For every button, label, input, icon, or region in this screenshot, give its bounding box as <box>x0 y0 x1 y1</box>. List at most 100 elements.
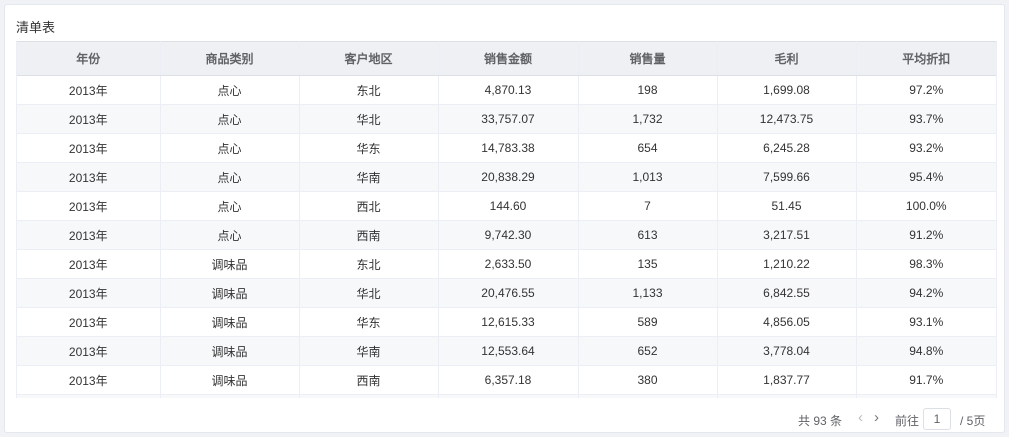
cell-avg-discount: 94.8% <box>856 336 996 366</box>
cell-avg-discount: 93.7% <box>856 104 996 134</box>
cell-category: 调味品 <box>160 336 300 366</box>
cell-sales-amount: 20,476.55 <box>438 278 579 308</box>
table-row[interactable]: 2013年 调味品 西南 6,357.18 380 1,837.77 91.7% <box>17 365 996 395</box>
cell-avg-discount: 91.7% <box>856 365 996 395</box>
cell-avg-discount: 98.3% <box>856 249 996 279</box>
cell-year: 2013年 <box>17 307 161 337</box>
chevron-left-icon[interactable]: ‹ <box>858 409 863 426</box>
column-header-quantity[interactable]: 销售量 <box>578 41 718 76</box>
cell-category: 调味品 <box>160 278 300 308</box>
chevron-right-icon[interactable]: › <box>874 409 879 426</box>
cell-quantity: 652 <box>578 336 718 366</box>
table-row[interactable]: 2013年 点心 西南 9,742.30 613 3,217.51 91.2% <box>17 220 996 250</box>
cell-quantity: 135 <box>578 249 718 279</box>
column-header-avg-discount[interactable]: 平均折扣 <box>856 41 996 76</box>
table-container[interactable]: 年份 商品类别 客户地区 销售金额 销售量 毛利 平均折扣 2013年 点心 东北 4… <box>16 41 997 398</box>
cell-sales-amount: 6,357.18 <box>438 365 579 395</box>
cell-year: 2013年 <box>17 162 161 192</box>
table-row[interactable]: 2013年 调味品 华东 12,615.33 589 4,856.05 93.1% <box>17 307 996 337</box>
cell-category: 点心 <box>160 104 300 134</box>
table-row[interactable]: 2013年谷类/麦片东北6,388.853242,222.4495.6% <box>17 394 996 398</box>
cell-sales-amount: 4,870.13 <box>438 75 579 105</box>
column-header-gross-profit[interactable]: 毛利 <box>717 41 857 76</box>
cell-gross-profit: 1,210.22 <box>717 249 857 279</box>
cell-region: 东北 <box>299 75 439 105</box>
cell-region: 东北 <box>299 394 439 398</box>
cell-category: 点心 <box>160 75 300 105</box>
column-header-region[interactable]: 客户地区 <box>299 41 439 76</box>
table-row[interactable]: 2013年 点心 东北 4,870.13 198 1,699.08 97.2% <box>17 75 996 105</box>
cell-gross-profit: 51.45 <box>717 191 857 221</box>
cell-category: 点心 <box>160 162 300 192</box>
cell-year: 2013年 <box>17 249 161 279</box>
data-table: 年份 商品类别 客户地区 销售金额 销售量 毛利 平均折扣 2013年 点心 东北 4… <box>17 41 996 398</box>
page-number-input[interactable] <box>923 408 951 430</box>
cell-gross-profit: 3,217.51 <box>717 220 857 250</box>
table-row[interactable]: 2013年 调味品 东北 2,633.50 135 1,210.22 98.3% <box>17 249 996 279</box>
cell-year: 2013年 <box>17 104 161 134</box>
cell-sales-amount: 6,388.85 <box>438 394 579 398</box>
cell-sales-amount: 12,615.33 <box>438 307 579 337</box>
table-row[interactable]: 2013年 点心 华东 14,783.38 654 6,245.28 93.2% <box>17 133 996 163</box>
cell-year: 2013年 <box>17 133 161 163</box>
cell-category: 点心 <box>160 191 300 221</box>
cell-year: 2013年 <box>17 365 161 395</box>
column-header-category[interactable]: 商品类别 <box>160 41 300 76</box>
cell-gross-profit: 6,245.28 <box>717 133 857 163</box>
cell-avg-discount: 95.6% <box>856 394 996 398</box>
cell-year: 2013年 <box>17 75 161 105</box>
table-row[interactable]: 2013年 点心 华南 20,838.29 1,013 7,599.66 95.4% <box>17 162 996 192</box>
cell-year: 2013年 <box>17 336 161 366</box>
cell-gross-profit: 1,837.77 <box>717 365 857 395</box>
cell-region: 西南 <box>299 365 439 395</box>
cell-year: 2013年 <box>17 220 161 250</box>
cell-gross-profit: 3,778.04 <box>717 336 857 366</box>
cell-region: 华南 <box>299 162 439 192</box>
cell-quantity: 1,732 <box>578 104 718 134</box>
cell-quantity: 1,013 <box>578 162 718 192</box>
cell-sales-amount: 14,783.38 <box>438 133 579 163</box>
cell-category: 调味品 <box>160 249 300 279</box>
cell-year: 2013年 <box>17 278 161 308</box>
cell-quantity: 589 <box>578 307 718 337</box>
total-pages: / 5页 <box>960 414 986 428</box>
cell-sales-amount: 12,553.64 <box>438 336 579 366</box>
cell-sales-amount: 144.60 <box>438 191 579 221</box>
cell-quantity: 198 <box>578 75 718 105</box>
cell-gross-profit: 6,842.55 <box>717 278 857 308</box>
cell-sales-amount: 20,838.29 <box>438 162 579 192</box>
column-header-year[interactable]: 年份 <box>17 41 161 76</box>
pagination: 共 93 条 ‹ › 前往 / 5页 <box>5 408 1006 432</box>
table-row[interactable]: 2013年 调味品 华北 20,476.55 1,133 6,842.55 94.2% <box>17 278 996 308</box>
column-header-sales-amount[interactable]: 销售金额 <box>438 41 579 76</box>
total-count: 共 93 条 <box>798 414 843 428</box>
cell-avg-discount: 97.2% <box>856 75 996 105</box>
table-header-row: 年份 商品类别 客户地区 销售金额 销售量 毛利 平均折扣 <box>17 41 996 76</box>
cell-avg-discount: 91.2% <box>856 220 996 250</box>
cell-category: 点心 <box>160 133 300 163</box>
cell-quantity: 324 <box>578 394 718 398</box>
cell-year: 2013年 <box>17 191 161 221</box>
cell-gross-profit: 2,222.44 <box>717 394 857 398</box>
cell-sales-amount: 2,633.50 <box>438 249 579 279</box>
cell-region: 华北 <box>299 104 439 134</box>
table-row[interactable]: 2013年 点心 西北 144.60 7 51.45 100.0% <box>17 191 996 221</box>
goto-label: 前往 <box>895 414 920 428</box>
cell-avg-discount: 95.4% <box>856 162 996 192</box>
cell-quantity: 654 <box>578 133 718 163</box>
cell-avg-discount: 100.0% <box>856 191 996 221</box>
cell-avg-discount: 93.1% <box>856 307 996 337</box>
cell-category: 调味品 <box>160 365 300 395</box>
list-panel: 清单表 年份 商品类别 客户地区 销售金额 销售量 毛利 平均折扣 2013年点… <box>4 4 1005 433</box>
cell-region: 华东 <box>299 307 439 337</box>
cell-avg-discount: 94.2% <box>856 278 996 308</box>
cell-gross-profit: 7,599.66 <box>717 162 857 192</box>
cell-sales-amount: 9,742.30 <box>438 220 579 250</box>
cell-quantity: 613 <box>578 220 718 250</box>
table-row[interactable]: 2013年 点心 华北 33,757.07 1,732 12,473.75 93.7% <box>17 104 996 134</box>
cell-region: 东北 <box>299 249 439 279</box>
cell-quantity: 380 <box>578 365 718 395</box>
cell-quantity: 7 <box>578 191 718 221</box>
table-row[interactable]: 2013年 调味品 华南 12,553.64 652 3,778.04 94.8% <box>17 336 996 366</box>
cell-gross-profit: 1,699.08 <box>717 75 857 105</box>
